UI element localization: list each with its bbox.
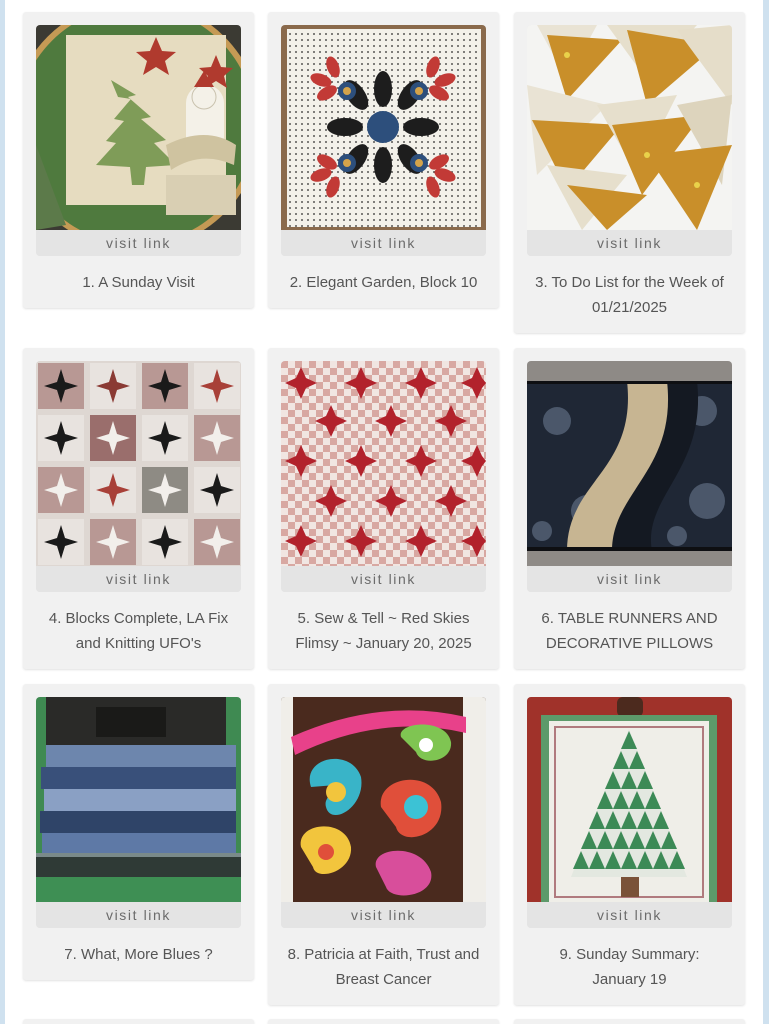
thumbnail-frame: visit link xyxy=(527,25,732,256)
thumbnail-frame: visit link xyxy=(281,25,486,256)
blue-strips-sewing-machine-image[interactable] xyxy=(36,697,241,902)
visit-link[interactable]: visit link xyxy=(527,902,732,928)
link-title[interactable]: 7. What, More Blues ? xyxy=(36,928,241,979)
link-card-stub xyxy=(514,1019,745,1024)
thumbnail-frame: visit link xyxy=(527,697,732,928)
link-card-6[interactable]: visit link 6. TABLE RUNNERS AND DECORATI… xyxy=(514,348,745,669)
link-card-3[interactable]: visit link 3. To Do List for the Week of… xyxy=(514,12,745,333)
link-card-9[interactable]: visit link 9. Sunday Summary: January 19 xyxy=(514,684,745,1005)
black-white-star-blocks-image[interactable] xyxy=(36,361,241,566)
thumbnail-frame: visit link xyxy=(36,697,241,928)
applique-flower-block-image[interactable] xyxy=(281,25,486,230)
link-card-8[interactable]: visit link 8. Patricia at Faith, Trust a… xyxy=(268,684,499,1005)
visit-link[interactable]: visit link xyxy=(36,902,241,928)
link-title[interactable]: 9. Sunday Summary: January 19 xyxy=(527,928,732,1004)
link-title[interactable]: 2. Elegant Garden, Block 10 xyxy=(281,256,486,307)
thumbnail-frame: visit link xyxy=(36,361,241,592)
link-card-7[interactable]: visit link 7. What, More Blues ? xyxy=(23,684,254,980)
curved-table-runner-image[interactable] xyxy=(527,361,732,566)
paisley-fabric-bag-image[interactable] xyxy=(281,697,486,902)
link-card-2[interactable]: visit link 2. Elegant Garden, Block 10 xyxy=(268,12,499,308)
visit-link[interactable]: visit link xyxy=(527,566,732,592)
thumbnail-frame: visit link xyxy=(36,25,241,256)
quilted-christmas-tree-hoop-image[interactable] xyxy=(36,25,241,230)
visit-link[interactable]: visit link xyxy=(281,230,486,256)
link-title[interactable]: 6. TABLE RUNNERS AND DECORATIVE PILLOWS xyxy=(527,592,732,668)
thumbnail-frame: visit link xyxy=(281,361,486,592)
link-title[interactable]: 4. Blocks Complete, LA Fix and Knitting … xyxy=(36,592,241,668)
link-card-1[interactable]: visit link 1. A Sunday Visit xyxy=(23,12,254,308)
red-star-quilt-image[interactable] xyxy=(281,361,486,566)
link-card-stub xyxy=(23,1019,254,1024)
link-card-stub xyxy=(268,1019,499,1024)
link-party-grid: visit link 1. A Sunday Visit visit link … xyxy=(0,0,769,1024)
visit-link[interactable]: visit link xyxy=(527,230,732,256)
thumbnail-frame: visit link xyxy=(527,361,732,592)
link-title[interactable]: 3. To Do List for the Week of 01/21/2025 xyxy=(527,256,732,332)
link-title[interactable]: 5. Sew & Tell ~ Red Skies Flimsy ~ Janua… xyxy=(281,592,486,668)
gold-triangle-pieces-image[interactable] xyxy=(527,25,732,230)
link-title[interactable]: 1. A Sunday Visit xyxy=(36,256,241,307)
link-card-5[interactable]: visit link 5. Sew & Tell ~ Red Skies Fli… xyxy=(268,348,499,669)
thumbnail-frame: visit link xyxy=(281,697,486,928)
link-title[interactable]: 8. Patricia at Faith, Trust and Breast C… xyxy=(281,928,486,1004)
visit-link[interactable]: visit link xyxy=(36,230,241,256)
visit-link[interactable]: visit link xyxy=(281,902,486,928)
visit-link[interactable]: visit link xyxy=(36,566,241,592)
triangle-tree-wallhanging-image[interactable] xyxy=(527,697,732,902)
link-card-4[interactable]: visit link 4. Blocks Complete, LA Fix an… xyxy=(23,348,254,669)
visit-link[interactable]: visit link xyxy=(281,566,486,592)
